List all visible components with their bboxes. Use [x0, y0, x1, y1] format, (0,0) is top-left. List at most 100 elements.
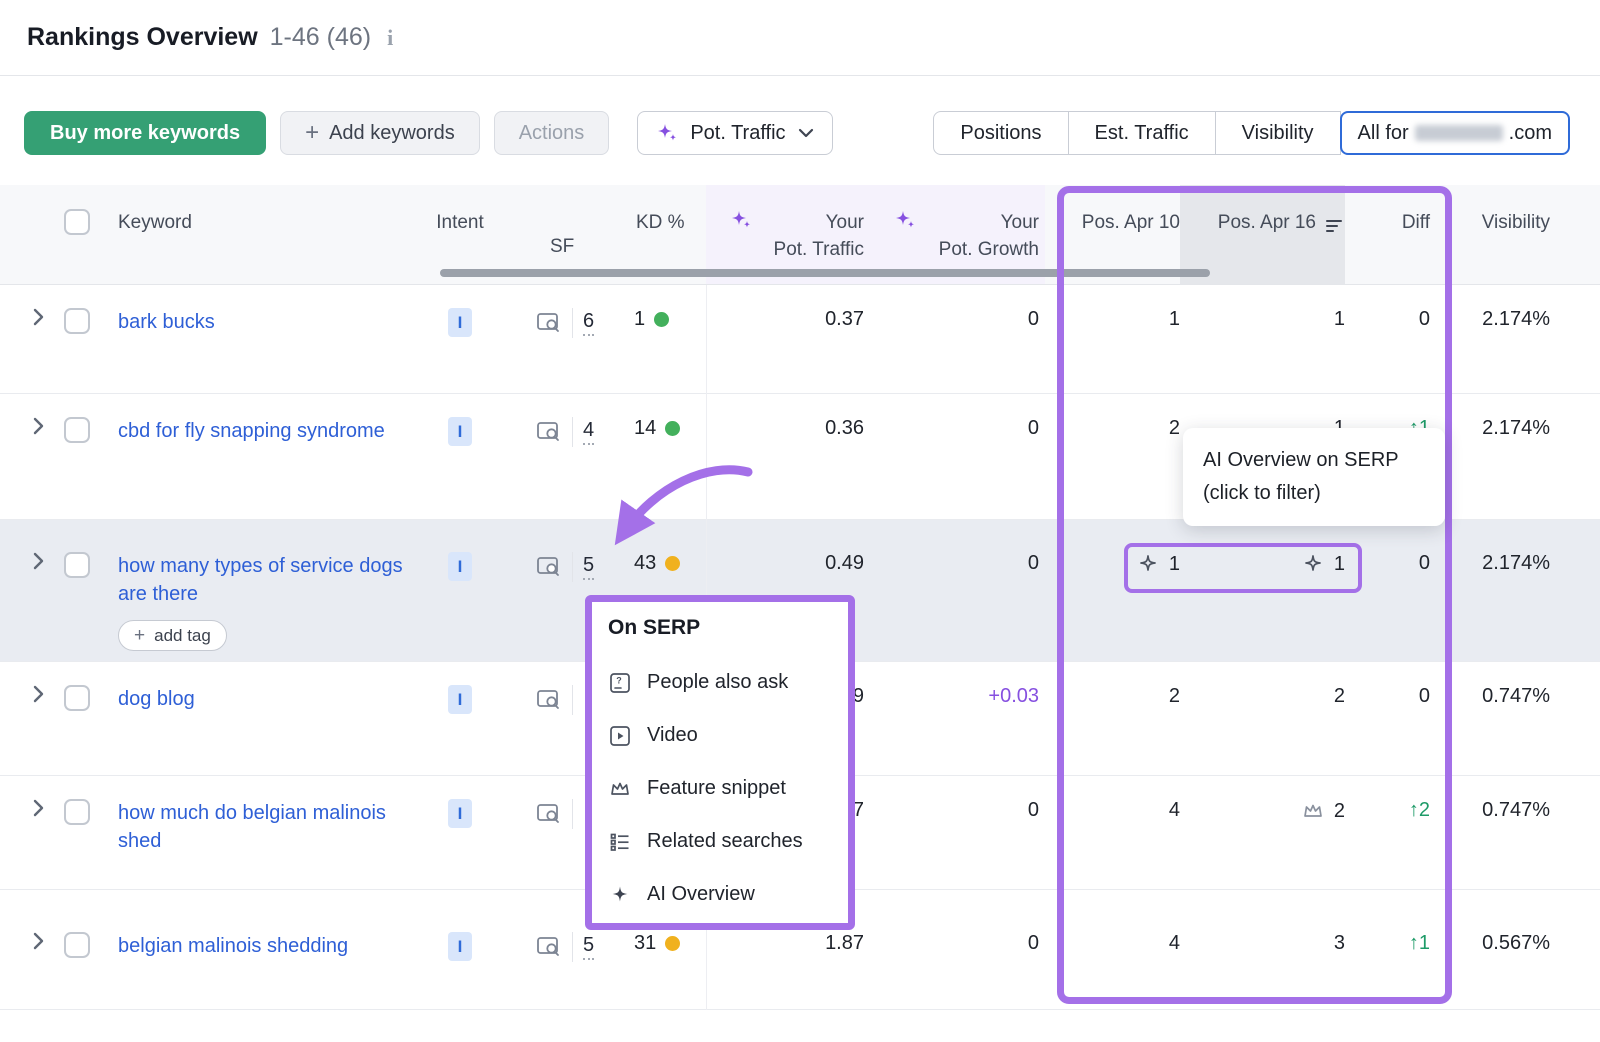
- table-row: bark bucks I 6 1 0.37 0 1 1 0 2.174%: [0, 285, 1600, 394]
- select-all-checkbox[interactable]: [64, 209, 90, 235]
- visibility-value: 2.174%: [1430, 552, 1560, 575]
- video-icon: [608, 724, 632, 748]
- intent-badge[interactable]: I: [448, 799, 472, 828]
- expand-chevron-icon[interactable]: [32, 685, 44, 708]
- keyword-link[interactable]: how much do belgian malinois shed: [118, 799, 432, 855]
- row-checkbox[interactable]: [64, 932, 90, 958]
- pot-growth-value: 0: [870, 552, 1045, 575]
- divider: [572, 932, 573, 962]
- pot-growth-value: 0: [870, 799, 1045, 822]
- kd-dot: [665, 936, 680, 951]
- pot-traffic-value: 0.37: [706, 308, 870, 331]
- column-header-visibility[interactable]: Visibility: [1430, 185, 1560, 284]
- feature-snippet-icon: [608, 777, 632, 801]
- expand-chevron-icon[interactable]: [32, 417, 44, 440]
- pot-growth-value: 0: [870, 308, 1045, 331]
- keyword-link[interactable]: dog blog: [118, 685, 195, 713]
- serp-preview-icon[interactable]: [536, 689, 562, 711]
- diff-value: ↑2: [1345, 799, 1430, 822]
- expand-chevron-icon[interactable]: [32, 308, 44, 331]
- pos-apr16-value: 3: [1334, 932, 1345, 955]
- sf-count[interactable]: 4: [583, 419, 594, 445]
- popup-item-related-searches[interactable]: Related searches: [608, 815, 848, 868]
- rankings-overview-page: Rankings Overview 1-46 (46) i Buy more k…: [0, 0, 1600, 1042]
- ai-overview-tooltip: AI Overview on SERP (click to filter): [1183, 428, 1445, 526]
- ai-overview-icon[interactable]: [1136, 552, 1160, 576]
- intent-badge[interactable]: I: [448, 932, 472, 961]
- kd-value: 14: [634, 417, 656, 440]
- popup-item-people-also-ask[interactable]: ? People also ask: [608, 656, 848, 709]
- keyword-link[interactable]: cbd for fly snapping syndrome: [118, 417, 385, 445]
- pot-traffic-value: 0.36: [706, 417, 870, 440]
- pos-apr10-value: 2: [1169, 685, 1180, 708]
- actions-button[interactable]: Actions: [494, 111, 610, 155]
- pos-apr16-value: 2: [1334, 685, 1345, 708]
- row-checkbox[interactable]: [64, 308, 90, 334]
- serp-preview-icon[interactable]: [536, 312, 562, 334]
- keyword-link[interactable]: belgian malinois shedding: [118, 932, 348, 960]
- title-bar: Rankings Overview 1-46 (46) i: [0, 0, 1600, 76]
- column-header-diff[interactable]: Diff: [1345, 185, 1430, 284]
- sf-count[interactable]: 5: [583, 934, 594, 960]
- pos-apr16-value: 2: [1334, 800, 1345, 823]
- popup-item-video[interactable]: Video: [608, 709, 848, 762]
- ai-overview-icon[interactable]: [1301, 552, 1325, 576]
- tooltip-line1: AI Overview on SERP: [1203, 444, 1425, 477]
- keyword-link[interactable]: bark bucks: [118, 308, 215, 336]
- column-header-keyword[interactable]: Keyword: [112, 185, 432, 284]
- segment-est-traffic[interactable]: Est. Traffic: [1068, 111, 1216, 155]
- serp-preview-icon[interactable]: [536, 803, 562, 825]
- intent-badge[interactable]: I: [448, 417, 472, 446]
- sf-count[interactable]: 5: [583, 554, 594, 580]
- sf-count[interactable]: 6: [583, 310, 594, 336]
- row-checkbox[interactable]: [64, 685, 90, 711]
- buy-more-keywords-button[interactable]: Buy more keywords: [24, 111, 266, 155]
- intent-badge[interactable]: I: [448, 552, 472, 581]
- add-tag-button[interactable]: +add tag: [118, 620, 227, 651]
- expand-chevron-icon[interactable]: [32, 552, 44, 575]
- info-icon[interactable]: i: [387, 25, 393, 51]
- expand-chevron-icon[interactable]: [32, 799, 44, 822]
- expand-chevron-icon[interactable]: [32, 932, 44, 955]
- result-count: 1-46 (46): [270, 23, 371, 52]
- pos-apr10-value: 1: [1169, 308, 1180, 331]
- popup-item-feature-snippet[interactable]: Feature snippet: [608, 762, 848, 815]
- row-checkbox[interactable]: [64, 799, 90, 825]
- intent-badge[interactable]: I: [448, 308, 472, 337]
- horizontal-scrollbar[interactable]: [440, 269, 1210, 277]
- pot-traffic-dropdown[interactable]: Pot. Traffic: [637, 111, 832, 155]
- visibility-value: 2.174%: [1430, 308, 1560, 331]
- kd-dot: [665, 556, 680, 571]
- add-keywords-button[interactable]: +Add keywords: [280, 111, 480, 155]
- related-searches-icon: [608, 830, 632, 854]
- segment-all-for-domain[interactable]: All for .com: [1340, 111, 1570, 155]
- svg-text:?: ?: [616, 675, 622, 685]
- keyword-link[interactable]: how many types of service dogs are there: [118, 552, 432, 608]
- sort-icon: [1325, 215, 1345, 284]
- pos-apr10-value: 2: [1169, 417, 1180, 440]
- on-serp-popup: On SERP ? People also ask Video Feature …: [585, 595, 855, 930]
- diff-value: 0: [1345, 308, 1430, 331]
- visibility-value: 0.747%: [1430, 685, 1560, 708]
- kd-value: 1: [634, 308, 645, 331]
- segment-positions[interactable]: Positions: [933, 111, 1068, 155]
- popup-item-ai-overview[interactable]: AI Overview: [608, 868, 848, 921]
- row-checkbox[interactable]: [64, 417, 90, 443]
- intent-badge[interactable]: I: [448, 685, 472, 714]
- kd-value: 43: [634, 552, 656, 575]
- sparkle-icon: [656, 122, 678, 144]
- serp-preview-icon[interactable]: [536, 556, 562, 578]
- visibility-value: 2.174%: [1430, 417, 1560, 440]
- row-checkbox[interactable]: [64, 552, 90, 578]
- pot-growth-value: +0.03: [870, 685, 1045, 708]
- kd-dot: [665, 421, 680, 436]
- serp-preview-icon[interactable]: [536, 936, 562, 958]
- segment-visibility[interactable]: Visibility: [1215, 111, 1341, 155]
- diff-value: 0: [1345, 685, 1430, 708]
- serp-preview-icon[interactable]: [536, 421, 562, 443]
- diff-value: 0: [1345, 552, 1430, 575]
- divider: [572, 799, 573, 829]
- divider: [572, 685, 573, 715]
- kd-value: 31: [634, 932, 656, 955]
- plus-icon: +: [305, 121, 319, 145]
